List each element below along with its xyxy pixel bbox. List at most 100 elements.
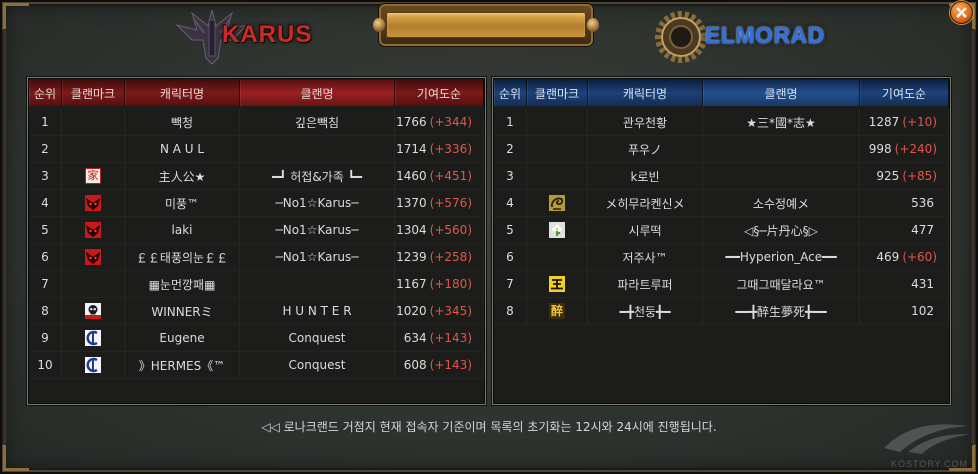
contribution-cell: 608 (+143) xyxy=(395,352,484,378)
table-header: 순위 클랜마크 캐릭터명 클랜명 기여도순 xyxy=(29,80,484,106)
clan-name-cell: H U N T E R xyxy=(240,298,395,324)
clan-mark-cell xyxy=(527,244,588,270)
clan-mark-skull-icon xyxy=(85,303,101,319)
contribution-cell: 431 xyxy=(860,271,949,297)
character-name-cell: 푸우ノ xyxy=(588,136,703,162)
clan-mark-cell xyxy=(62,136,125,162)
contribution-cell: 1239 (+258) xyxy=(395,244,484,270)
rank-cell: 2 xyxy=(494,136,527,162)
contribution-score: 1370 xyxy=(396,196,427,210)
contribution-change: (+336) xyxy=(429,142,472,156)
rank-cell: 5 xyxy=(494,217,527,243)
rank-cell: 2 xyxy=(29,136,62,162)
column-header-clan-mark: 클랜마크 xyxy=(62,80,125,106)
clan-name-cell: 깊은빽침 xyxy=(240,109,395,135)
clan-mark-cell xyxy=(62,325,125,351)
character-name-cell: 저주사™ xyxy=(588,244,703,270)
elmorad-title: ELMORAD xyxy=(652,8,832,66)
contribution-change: (+451) xyxy=(429,169,472,183)
contribution-cell: 1287 (+10) xyxy=(860,109,949,135)
close-button[interactable] xyxy=(950,1,973,24)
contribution-score: 469 xyxy=(876,250,900,264)
clan-mark-cell: 醉 xyxy=(527,298,588,324)
rank-cell: 9 xyxy=(29,325,62,351)
rank-cell: 3 xyxy=(29,163,62,189)
character-name-cell: N A U L xyxy=(125,136,240,162)
elmorad-faction-title: ELMORAD xyxy=(705,22,825,48)
rank-cell: 3 xyxy=(494,163,527,189)
ranking-window: KARUS ELMORAD 순위 클랜마크 캐릭터명 클랜명 기여도순 1 빽청… xyxy=(0,0,978,474)
clan-name-cell: ─No1☆Karus─ xyxy=(240,217,395,243)
table-row: 4 メ히무라켄신メ 소수정예メ 536 xyxy=(494,190,949,217)
contribution-cell: 1370 (+576) xyxy=(395,190,484,216)
table-row: 2 N A U L 1714 (+336) xyxy=(29,136,484,163)
character-name-cell: 파라트루퍼 xyxy=(588,271,703,297)
table-row: 8 醉 ━╋천둥╋━ ━━╋醉生夢死╋━━ 102 xyxy=(494,298,949,325)
clan-mark-zui-icon: 醉 xyxy=(549,303,565,319)
clan-mark-flower-icon xyxy=(549,222,565,238)
column-header-rank: 순위 xyxy=(494,80,527,106)
contribution-cell: 1714 (+336) xyxy=(395,136,484,162)
contribution-score: 1239 xyxy=(396,250,427,264)
clan-mark-cell: 家 xyxy=(62,163,125,189)
clan-name-cell: Conquest xyxy=(240,325,395,351)
table-row: 5 laki ─No1☆Karus─ 1304 (+560) xyxy=(29,217,484,244)
clan-name-cell: ━┛ 허접&가족 ┗━ xyxy=(240,163,395,189)
rank-cell: 7 xyxy=(494,271,527,297)
contribution-cell: 998 (+240) xyxy=(860,136,949,162)
contribution-cell: 925 (+85) xyxy=(860,163,949,189)
column-header-clan-name: 클랜명 xyxy=(240,80,395,106)
clan-mark-cell xyxy=(527,271,588,297)
clan-mark-yellow-icon xyxy=(549,276,565,292)
clan-name-cell xyxy=(240,271,395,297)
clan-mark-red-mask-icon xyxy=(85,195,101,211)
clan-name-cell: ─No1☆Karus─ xyxy=(240,190,395,216)
character-name-cell: ━╋천둥╋━ xyxy=(588,298,703,324)
contribution-change: (+576) xyxy=(429,196,472,210)
contribution-change: (+180) xyxy=(429,277,472,291)
elmorad-ranking-panel: 순위 클랜마크 캐릭터명 클랜명 기여도순 1 관우천황 ★三*國*志★ 128… xyxy=(492,77,951,405)
contribution-change: (+85) xyxy=(902,169,937,183)
karus-ranking-panel: 순위 클랜마크 캐릭터명 클랜명 기여도순 1 빽청 깊은빽침 1766 (+34… xyxy=(27,77,486,405)
rank-cell: 1 xyxy=(29,109,62,135)
clan-name-cell xyxy=(703,136,860,162)
clan-name-cell: ─No1☆Karus─ xyxy=(240,244,395,270)
contribution-cell: 1766 (+344) xyxy=(395,109,484,135)
contribution-score: 925 xyxy=(876,169,900,183)
clan-name-cell: ━━╋醉生夢死╋━━ xyxy=(703,298,860,324)
frame-corner xyxy=(3,3,29,29)
contribution-cell: 1167 (+180) xyxy=(395,271,484,297)
contribution-score: 1766 xyxy=(396,115,427,129)
character-name-cell: 미풍™ xyxy=(125,190,240,216)
rank-cell: 7 xyxy=(29,271,62,297)
contribution-cell: 1304 (+560) xyxy=(395,217,484,243)
contribution-score: 477 xyxy=(911,223,934,237)
table-body: 1 관우천황 ★三*國*志★ 1287 (+10) 2 푸우ノ 998 (+240)… xyxy=(494,109,949,325)
contribution-score: 1714 xyxy=(396,142,427,156)
table-row: 3 k로빈 925 (+85) xyxy=(494,163,949,190)
clan-mark-cell xyxy=(527,217,588,243)
character-name-cell: laki xyxy=(125,217,240,243)
contribution-change: (+143) xyxy=(429,358,472,372)
contribution-change: (+10) xyxy=(902,115,937,129)
contribution-cell: 477 xyxy=(860,217,949,243)
clan-mark-cell xyxy=(62,271,125,297)
rank-cell: 4 xyxy=(29,190,62,216)
title-banner xyxy=(373,4,599,46)
contribution-score: 1460 xyxy=(396,169,427,183)
table-row: 4 미풍™ ─No1☆Karus─ 1370 (+576) xyxy=(29,190,484,217)
contribution-cell: 1020 (+345) xyxy=(395,298,484,324)
rank-cell: 5 xyxy=(29,217,62,243)
watermark-text: KOSTORY.COM xyxy=(890,459,968,469)
contribution-change: (+344) xyxy=(429,115,472,129)
table-row: 7 ▦눈먼깡패▦ 1167 (+180) xyxy=(29,271,484,298)
banner-plate xyxy=(386,12,586,38)
elmorad-ranking-table: 순위 클랜마크 캐릭터명 클랜명 기여도순 1 관우천황 ★三*國*志★ 128… xyxy=(494,80,949,325)
character-name-cell: ▦눈먼깡패▦ xyxy=(125,271,240,297)
rank-cell: 6 xyxy=(494,244,527,270)
rank-cell: 6 xyxy=(29,244,62,270)
character-name-cell: ￡￡태풍의눈￡￡ xyxy=(125,244,240,270)
frame-edge-left xyxy=(2,30,8,444)
contribution-change: (+345) xyxy=(429,304,472,318)
karus-ranking-table: 순위 클랜마크 캐릭터명 클랜명 기여도순 1 빽청 깊은빽침 1766 (+34… xyxy=(29,80,484,379)
